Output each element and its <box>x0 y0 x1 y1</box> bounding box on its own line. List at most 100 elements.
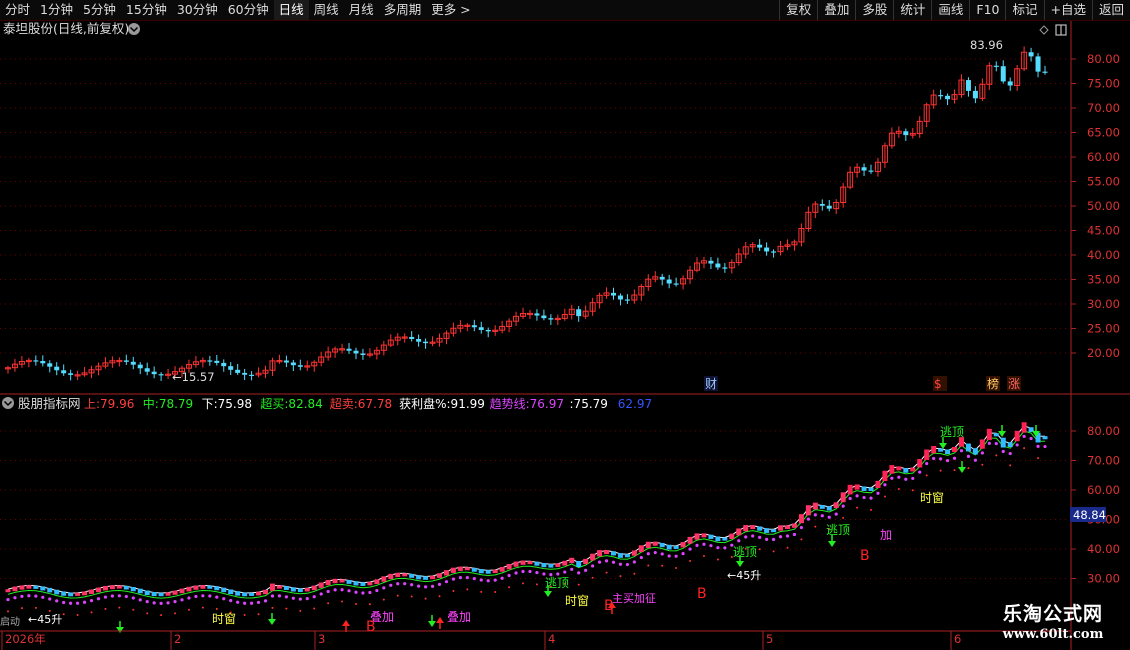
candlestick-series <box>5 46 1048 381</box>
indicator-name: 股朋指标网 <box>18 396 81 411</box>
signal-timing-1: 时窗 <box>920 491 944 505</box>
indicator-tick-1: 70.00 <box>1087 454 1120 468</box>
candle-body <box>40 361 46 364</box>
toolbar-button-0[interactable]: 复权 <box>779 0 817 20</box>
candle-body <box>965 80 971 91</box>
period-tab-2[interactable]: 5分钟 <box>78 0 121 20</box>
event-badge-0[interactable]: 财 <box>704 376 718 391</box>
toolbar-button-5[interactable]: F10 <box>969 0 1005 20</box>
indicator-series <box>5 422 1048 617</box>
toolbar-button-6[interactable]: 标记 <box>1005 0 1043 20</box>
indicator-value-3: 超买:82.84 <box>260 396 322 411</box>
candle-body <box>673 283 679 285</box>
candle-body <box>610 292 616 296</box>
candle-body <box>346 348 352 351</box>
candle-body <box>137 364 143 369</box>
period-tab-9[interactable]: 多周期 <box>379 0 427 20</box>
indicator-value-7: :75.79 <box>570 397 608 411</box>
candle-body <box>68 373 74 375</box>
period-tab-3[interactable]: 15分钟 <box>121 0 172 20</box>
candle-body <box>757 244 763 248</box>
candle-body <box>534 313 540 316</box>
candle-body <box>144 368 150 372</box>
period-tab-0[interactable]: 分时 <box>0 0 35 20</box>
toolbar-button-2[interactable]: 多股 <box>855 0 893 20</box>
toolbar-button-3[interactable]: 统计 <box>893 0 931 20</box>
indicator-value-0: 上:79.96 <box>84 397 134 411</box>
toolbar-button-1[interactable]: 叠加 <box>817 0 855 20</box>
candle-body <box>151 371 157 375</box>
candle-body <box>249 374 255 376</box>
svg-text:榜: 榜 <box>987 376 999 391</box>
price-tick-10: 30.00 <box>1087 297 1120 311</box>
chart-area[interactable]: 泰坦股份(日线,前复权) 80.0075.0070.0065.0060.0055… <box>0 21 1130 650</box>
signal-up-arrow-0 <box>342 620 350 626</box>
signal-add-1: 加 <box>880 528 892 542</box>
period-tab-1[interactable]: 1分钟 <box>35 0 78 20</box>
title-dropdown-icon[interactable] <box>128 23 140 35</box>
period-tab-6[interactable]: 日线 <box>273 0 309 20</box>
candle-body <box>617 295 623 300</box>
candle-body <box>771 251 777 253</box>
candle-body <box>485 329 491 332</box>
candle-body <box>242 372 248 375</box>
indicator-value-4: 超卖:67.78 <box>330 396 392 411</box>
signal-escape-1: 逃顶 <box>940 425 964 439</box>
window-icon[interactable] <box>1055 24 1067 36</box>
event-badge-1[interactable]: $ <box>933 376 947 391</box>
period-tab-7[interactable]: 周线 <box>309 0 344 20</box>
toolbar-right-buttons: 复权 叠加 多股 统计 画线 F10 标记 +自选 返回 <box>779 0 1130 20</box>
high-price-label: 83.96 <box>970 38 1003 52</box>
period-tab-5[interactable]: 60分钟 <box>223 0 274 20</box>
candle-body <box>478 327 484 330</box>
signal-rise-2: ←45升 <box>28 613 62 626</box>
signal-down-arrow-5 <box>736 561 744 567</box>
watermark: 乐淘公式网 www.60lt.com <box>978 602 1128 649</box>
candle-body <box>903 131 909 136</box>
indicator-value-8: 62.97 <box>618 397 652 411</box>
candle-body <box>624 299 630 301</box>
signal-mixed-1: 主买加征 <box>612 592 656 605</box>
candle-body <box>235 369 241 373</box>
candle-body <box>1028 52 1034 57</box>
current-value-tag: 48.84 <box>1070 507 1106 522</box>
price-tick-11: 25.00 <box>1087 322 1120 336</box>
candle-body <box>123 360 129 362</box>
candle-body <box>207 360 213 362</box>
signal-start-1: 启动 <box>0 615 20 628</box>
period-tab-8[interactable]: 月线 <box>344 0 379 20</box>
signal-buy-4: B <box>366 619 376 635</box>
candle-body <box>61 370 67 374</box>
indicator-dropdown-icon[interactable] <box>2 397 14 409</box>
candle-body <box>666 279 672 284</box>
indicator-line-0 <box>7 425 1046 594</box>
signal-buy-1: B <box>860 548 870 564</box>
event-badge-2[interactable]: 榜 <box>986 376 1000 391</box>
toolbar-button-8[interactable]: 返回 <box>1091 0 1130 20</box>
toolbar-button-7[interactable]: +自选 <box>1043 0 1092 20</box>
candle-body <box>471 325 477 328</box>
period-tab-10[interactable]: 更多 > <box>426 0 475 20</box>
candle-body <box>868 170 874 172</box>
price-axis: 80.00 75.00 70.00 65.00 60.00 55.00 50.00 45.00… <box>1071 52 1120 360</box>
signal-down-arrow-8 <box>116 627 124 633</box>
event-badge-3[interactable]: 涨 <box>1007 376 1021 391</box>
period-tabs: 分时 1分钟 5分钟 15分钟 30分钟 60分钟 日线 周线 月线 多周期 更多 > <box>0 0 476 20</box>
candle-body <box>158 374 164 376</box>
signal-down-arrow-1 <box>958 467 966 473</box>
svg-text:$: $ <box>934 377 942 391</box>
candle-body <box>409 336 415 340</box>
diamond-icon[interactable] <box>1039 25 1049 35</box>
candle-body <box>130 361 136 365</box>
signal-up-arrow-1 <box>436 617 444 623</box>
date-tick-5: 6 <box>954 632 961 646</box>
indicator-value-6: 趋势线:76.97 <box>490 397 564 411</box>
candle-body <box>1035 56 1041 72</box>
date-axis: 2026年 2 3 4 5 6 <box>0 630 1071 650</box>
period-tab-4[interactable]: 30分钟 <box>172 0 223 20</box>
signal-down-arrow-9 <box>428 621 436 627</box>
toolbar-button-4[interactable]: 画线 <box>931 0 969 20</box>
signal-down-arrow-6 <box>544 591 552 597</box>
candle-body <box>764 247 770 252</box>
stock-title: 泰坦股份(日线,前复权) <box>3 21 129 36</box>
